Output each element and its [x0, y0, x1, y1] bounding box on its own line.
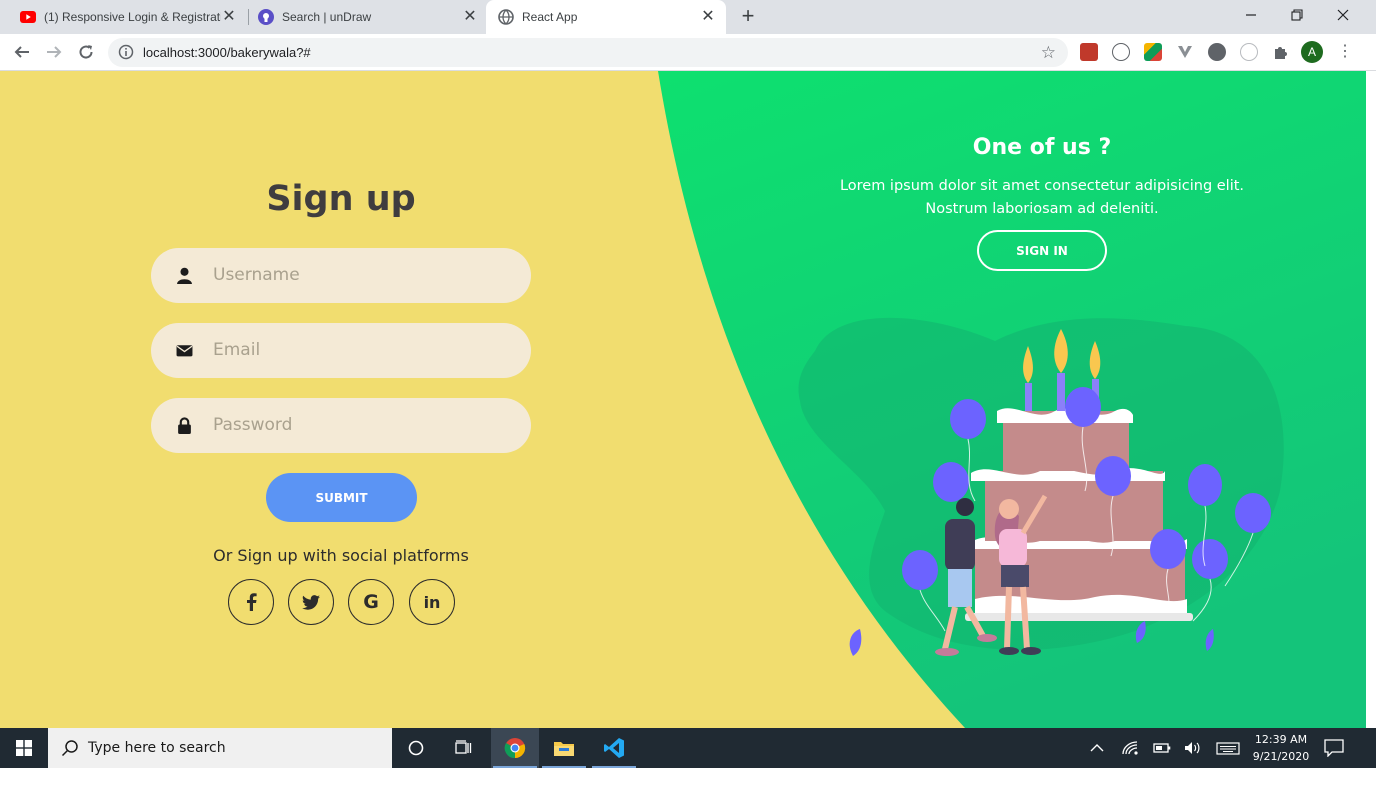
facebook-icon — [247, 593, 257, 611]
username-field[interactable]: Username — [151, 248, 531, 303]
cortana-icon[interactable] — [392, 728, 440, 768]
taskbar-search-box[interactable]: Type here to search — [48, 728, 392, 768]
browser-tab-strip: (1) Responsive Login & Registrati ✕ Sear… — [0, 0, 1376, 34]
user-icon — [177, 267, 192, 284]
system-clock[interactable]: 12:39 AM 9/21/2020 — [1246, 731, 1316, 765]
extension-icon[interactable] — [1240, 43, 1258, 61]
info-icon[interactable] — [118, 44, 134, 60]
submit-button[interactable]: SUBMIT — [266, 473, 417, 522]
puzzle-extensions-icon[interactable] — [1272, 43, 1290, 61]
youtube-icon — [20, 9, 36, 25]
email-field[interactable]: Email — [151, 323, 531, 378]
tab-react-app[interactable]: React App ✕ — [486, 0, 726, 34]
tab-title: React App — [522, 10, 578, 24]
twitter-button[interactable] — [288, 579, 334, 625]
close-tab-icon[interactable]: ✕ — [221, 9, 237, 25]
google-icon: G — [363, 591, 379, 613]
screen-bottom-margin — [0, 768, 1376, 788]
extension-icon[interactable] — [1176, 43, 1194, 61]
signup-title: Sign up — [266, 179, 416, 219]
windows-logo-icon — [16, 740, 32, 756]
linkedin-button[interactable]: in — [409, 579, 455, 625]
notifications-icon[interactable] — [1324, 739, 1344, 757]
close-window-icon[interactable] — [1320, 0, 1366, 30]
email-placeholder: Email — [213, 340, 261, 360]
forward-button[interactable] — [42, 40, 66, 64]
panel-title: One of us ? — [972, 135, 1112, 160]
reload-icon — [79, 45, 93, 59]
close-tab-icon[interactable]: ✕ — [700, 9, 716, 25]
battery-icon[interactable] — [1153, 740, 1171, 756]
arrow-right-icon — [47, 46, 62, 58]
google-button[interactable]: G — [348, 579, 394, 625]
chrome-taskbar-icon[interactable] — [491, 728, 539, 768]
minimize-icon[interactable] — [1228, 0, 1274, 30]
file-explorer-icon[interactable] — [540, 728, 588, 768]
panel-text: Lorem ipsum dolor sit amet consectetur a… — [839, 178, 1245, 217]
chrome-icon — [504, 738, 526, 759]
volume-icon[interactable] — [1184, 740, 1202, 756]
extension-icon[interactable] — [1208, 43, 1226, 61]
auth-page: Sign up Username Email Password SUBMIT O… — [0, 71, 1366, 728]
address-bar[interactable]: localhost:3000/bakerywala?# ☆ — [108, 38, 1068, 67]
clock-date: 9/21/2020 — [1252, 750, 1310, 763]
tab-title: Search | unDraw — [282, 10, 372, 24]
new-tab-button[interactable]: + — [737, 5, 759, 28]
windows-taskbar: Type here to search 12:39 AM 9/21/2020 — [0, 728, 1376, 768]
keyboard-icon[interactable] — [1216, 740, 1240, 756]
tab-youtube[interactable]: (1) Responsive Login & Registrati ✕ — [0, 0, 247, 34]
back-button[interactable] — [10, 40, 34, 64]
network-icon[interactable] — [1121, 740, 1139, 756]
envelope-icon — [176, 345, 193, 357]
arrow-left-icon — [14, 46, 29, 58]
url-text[interactable]: localhost:3000/bakerywala?# — [143, 45, 311, 60]
password-field[interactable]: Password — [151, 398, 531, 453]
extension-icon[interactable] — [1112, 43, 1130, 61]
taskbar-search-placeholder: Type here to search — [88, 740, 226, 756]
profile-avatar[interactable]: A — [1301, 41, 1323, 63]
username-placeholder: Username — [213, 265, 300, 285]
task-view-icon[interactable] — [440, 728, 488, 768]
search-icon — [61, 740, 78, 757]
twitter-icon — [302, 594, 320, 610]
restore-icon[interactable] — [1274, 0, 1320, 30]
password-placeholder: Password — [213, 415, 293, 435]
chevron-up-icon[interactable] — [1088, 740, 1106, 756]
bookmark-star-icon[interactable]: ☆ — [1041, 43, 1056, 63]
clock-time: 12:39 AM — [1254, 733, 1308, 746]
tab-undraw[interactable]: Search | unDraw ✕ — [238, 0, 488, 34]
birthday-cake-illustration — [798, 317, 1284, 656]
extension-icon[interactable] — [1144, 43, 1162, 61]
close-tab-icon[interactable]: ✕ — [462, 9, 478, 25]
menu-kebab-icon[interactable]: ⋮ — [1337, 42, 1353, 62]
linkedin-icon: in — [423, 592, 441, 612]
page-edge — [1366, 71, 1376, 728]
lock-icon — [178, 417, 191, 434]
extension-icon[interactable] — [1080, 43, 1098, 61]
reload-button[interactable] — [74, 40, 98, 64]
tab-title: (1) Responsive Login & Registrati — [44, 10, 221, 24]
vscode-icon[interactable] — [590, 728, 638, 768]
browser-toolbar: localhost:3000/bakerywala?# ☆ A ⋮ — [0, 34, 1376, 71]
start-button[interactable] — [0, 728, 48, 768]
globe-icon — [498, 9, 514, 25]
social-signup-text: Or Sign up with social platforms — [213, 546, 469, 565]
undraw-icon — [258, 9, 274, 25]
screen: (1) Responsive Login & Registrati ✕ Sear… — [0, 0, 1376, 788]
signin-button[interactable]: SIGN IN — [977, 230, 1107, 271]
facebook-button[interactable] — [228, 579, 274, 625]
